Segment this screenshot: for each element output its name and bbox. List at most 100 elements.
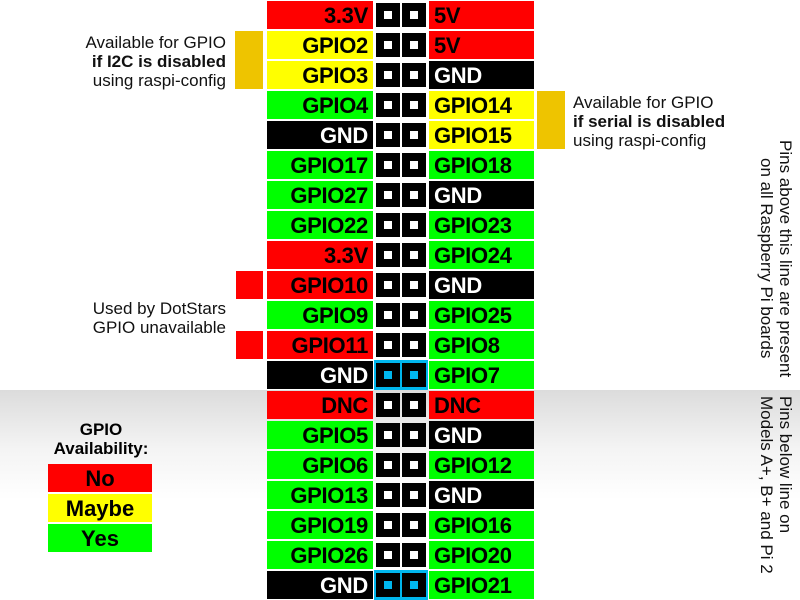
- pin-hole-icon: [410, 71, 418, 79]
- pin-hole-icon: [410, 551, 418, 559]
- header-pin-icon: [402, 3, 426, 27]
- pin-hole-icon: [384, 491, 392, 499]
- pin-hole-icon: [410, 161, 418, 169]
- pin-hole-icon: [410, 311, 418, 319]
- header-pin-icon: [376, 33, 400, 57]
- pin-label-odd: GPIO17: [267, 151, 373, 179]
- pin-label-odd: GPIO10: [267, 271, 373, 299]
- side-note-below-line1: Pins below line on: [776, 396, 795, 534]
- header-pin-icon: [376, 63, 400, 87]
- dotstars-annotation: Used by DotStars GPIO unavailable: [40, 299, 226, 337]
- pin-label-odd: GPIO9: [267, 301, 373, 329]
- pin-pair: [374, 450, 428, 480]
- i2c-annotation: Available for GPIO if I2C is disabled us…: [40, 33, 226, 90]
- header-pin-icon: [402, 483, 426, 507]
- pin-hole-icon: [410, 521, 418, 529]
- pin-hole-icon: [384, 191, 392, 199]
- pin-label-even: GPIO16: [429, 511, 534, 539]
- pin-pair: [374, 30, 428, 60]
- header-pin-icon: [402, 63, 426, 87]
- ground-pin-pair-highlight: [374, 570, 428, 600]
- pin-label-odd: GPIO19: [267, 511, 373, 539]
- header-pin-icon: [376, 213, 400, 237]
- pin-label-odd: GPIO11: [267, 331, 373, 359]
- pin-hole-icon: [384, 41, 392, 49]
- pin-hole-icon: [384, 461, 392, 469]
- serial-annotation: Available for GPIO if serial is disabled…: [573, 93, 773, 150]
- header-pin-icon: [402, 303, 426, 327]
- serial-annotation-bar: [537, 91, 565, 149]
- legend-item-no: No: [48, 464, 152, 492]
- header-pin-icon: [376, 303, 400, 327]
- header-pin-icon: [376, 183, 400, 207]
- pin-label-odd: GPIO5: [267, 421, 373, 449]
- legend-title: GPIO Availability:: [48, 420, 154, 458]
- pin-label-even: DNC: [429, 391, 534, 419]
- pin-label-even: GPIO12: [429, 451, 534, 479]
- pin-label-even: GPIO18: [429, 151, 534, 179]
- pin-hole-icon: [410, 461, 418, 469]
- dotstars-marker-gpio10: [236, 271, 263, 299]
- header-pin-icon: [402, 273, 426, 297]
- pin-hole-icon: [384, 11, 392, 19]
- pin-label-odd: GND: [267, 121, 373, 149]
- serial-annotation-line2: if serial is disabled: [573, 112, 726, 131]
- header-pin-icon: [402, 153, 426, 177]
- pin-row: GPIO2 5V: [267, 30, 534, 60]
- pin-hole-icon: [384, 131, 392, 139]
- legend-title-line1: GPIO: [79, 420, 123, 439]
- header-pin-icon: [402, 543, 426, 567]
- pin-label-even: GPIO20: [429, 541, 534, 569]
- header-pin-icon: [376, 393, 400, 417]
- pin-label-even: GND: [429, 481, 534, 509]
- pin-row: GND GPIO7: [267, 360, 534, 390]
- pin-label-odd: GND: [267, 571, 373, 599]
- pin-label-odd: GND: [267, 361, 373, 389]
- pin-hole-icon: [384, 341, 392, 349]
- header-pin-icon: [376, 333, 400, 357]
- pin-label-even: GPIO8: [429, 331, 534, 359]
- pin-label-even: GPIO14: [429, 91, 534, 119]
- serial-annotation-line3: using raspi-config: [573, 131, 707, 150]
- pin-row: GND GPIO21: [267, 570, 534, 600]
- pin-hole-icon: [410, 281, 418, 289]
- pin-row: GPIO3 GND: [267, 60, 534, 90]
- header-pin-icon: [376, 273, 400, 297]
- pin-hole-icon: [410, 431, 418, 439]
- header-pin-icon: [402, 213, 426, 237]
- pin-pair: [374, 480, 428, 510]
- pin-row: 3.3V 5V: [267, 0, 534, 30]
- pin-pair: [374, 540, 428, 570]
- legend-item-maybe: Maybe: [48, 494, 152, 522]
- pin-hole-icon: [384, 521, 392, 529]
- ground-pin-pair-highlight: [374, 360, 428, 390]
- pin-row: GPIO26 GPIO20: [267, 540, 534, 570]
- pin-hole-icon: [410, 101, 418, 109]
- pin-row: GPIO17 GPIO18: [267, 150, 534, 180]
- pin-row: GPIO9 GPIO25: [267, 300, 534, 330]
- pin-row: GPIO6 GPIO12: [267, 450, 534, 480]
- pin-pair: [374, 90, 428, 120]
- pin-hole-icon: [384, 371, 392, 379]
- pin-label-odd: 3.3V: [267, 1, 373, 29]
- header-pin-icon: [402, 243, 426, 267]
- header-pin-icon: [402, 183, 426, 207]
- pin-pair: [374, 270, 428, 300]
- side-note-above: Pins above this line are present on all …: [757, 140, 795, 377]
- header-pin-icon: [402, 363, 426, 387]
- pin-label-odd: GPIO4: [267, 91, 373, 119]
- pin-label-even: GND: [429, 271, 534, 299]
- pin-label-even: GPIO7: [429, 361, 534, 389]
- pin-label-even: 5V: [429, 1, 534, 29]
- pin-label-even: GND: [429, 181, 534, 209]
- pin-label-even: GPIO24: [429, 241, 534, 269]
- header-pin-icon: [402, 453, 426, 477]
- header-pin-icon: [376, 363, 400, 387]
- pin-label-even: 5V: [429, 31, 534, 59]
- legend-title-line2: Availability:: [53, 439, 149, 458]
- pin-hole-icon: [384, 251, 392, 259]
- header-pin-icon: [376, 543, 400, 567]
- pin-row: GPIO22 GPIO23: [267, 210, 534, 240]
- serial-annotation-line1: Available for GPIO: [573, 93, 714, 112]
- header-pin-icon: [376, 3, 400, 27]
